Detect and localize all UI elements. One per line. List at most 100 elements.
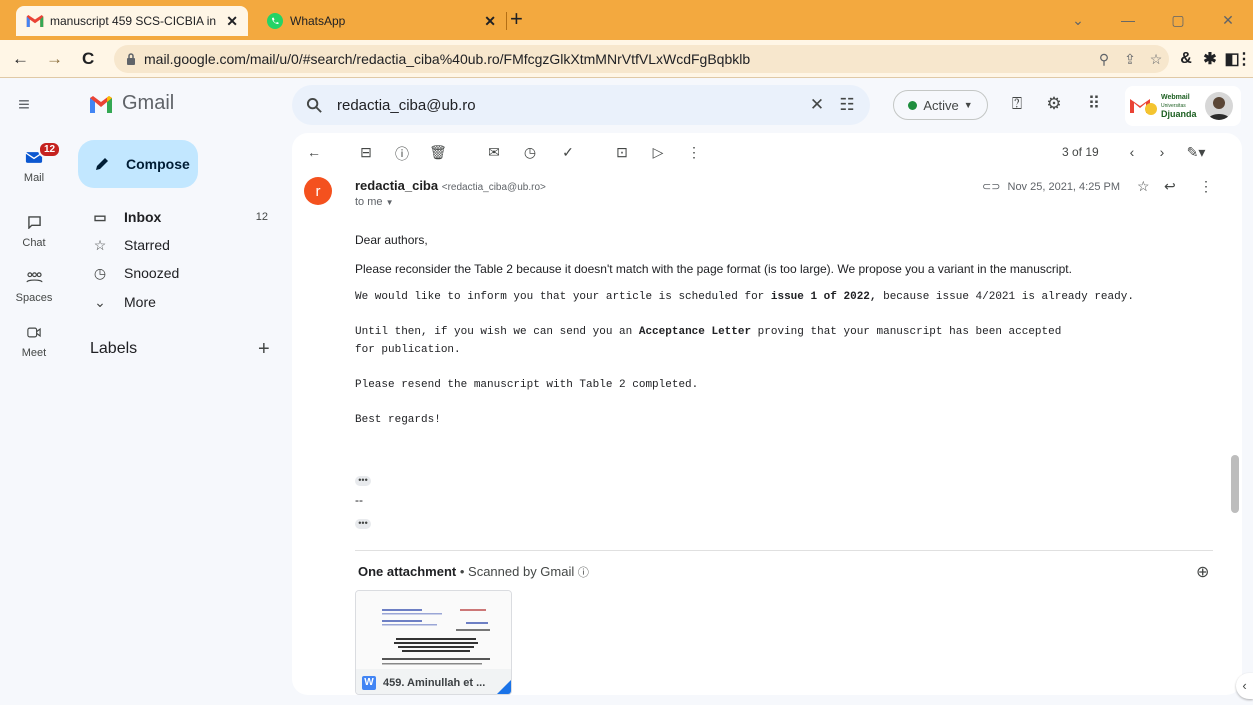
org-logo-icon — [1130, 99, 1157, 115]
label-icon[interactable]: ▷ — [648, 144, 668, 162]
message-panel: ← ⊟ ⓘ 🗑 ✉ ◷ ✓ ⊡ ▷ ⋮ 3 of 19 ‹ › ✎▾ r red… — [292, 133, 1242, 695]
scrollbar-thumb[interactable] — [1231, 455, 1239, 513]
back-button[interactable]: ← — [12, 49, 29, 69]
help-icon[interactable]: ⍰ — [1006, 94, 1028, 116]
tab-title: WhatsApp — [290, 14, 346, 28]
body-line: Until then, if you wish we can send you … — [355, 326, 1062, 338]
body-line: Please reconsider the Table 2 because it… — [355, 262, 1072, 276]
search-icon[interactable] — [306, 97, 323, 114]
rail-spaces[interactable]: Spaces — [0, 265, 68, 304]
meet-icon — [18, 320, 50, 344]
search-input[interactable]: redactia_ciba@ub.ro — [337, 97, 802, 114]
word-doc-icon: W — [362, 675, 376, 690]
snooze-icon[interactable]: ◷ — [520, 144, 540, 162]
move-to-icon[interactable]: ⊡ — [612, 144, 632, 162]
mark-unread-icon[interactable]: ✉ — [484, 144, 504, 162]
inbox-count: 12 — [255, 211, 268, 223]
reload-button[interactable]: C — [82, 49, 94, 69]
star-icon: ☆ — [93, 236, 107, 253]
add-to-drive-icon[interactable]: ⊕ — [1196, 562, 1209, 582]
close-tab-icon[interactable]: ✕ — [484, 13, 496, 30]
chrome-menu-icon[interactable]: ⋮ — [1236, 48, 1252, 70]
recipient-details[interactable]: to me ▼ — [355, 196, 394, 208]
back-to-search-icon[interactable]: ← — [304, 144, 324, 162]
chevron-down-icon: ⌄ — [94, 293, 106, 310]
info-icon[interactable]: ⓘ — [578, 567, 589, 579]
rail-mail[interactable]: 12 Mail — [0, 141, 68, 184]
extension-icon[interactable]: & — [1175, 48, 1197, 70]
show-side-panel-icon[interactable]: ‹ — [1236, 673, 1253, 699]
minimize-button[interactable]: — — [1103, 0, 1153, 40]
delete-icon[interactable]: 🗑 — [428, 144, 448, 162]
nav-more[interactable]: ⌄ More — [78, 288, 278, 316]
account-switcher[interactable]: Webmail Universitas Djuanda — [1125, 86, 1241, 126]
nav-inbox[interactable]: ▭ Inbox 12 — [78, 203, 278, 231]
clear-search-icon[interactable]: ✕ — [802, 95, 832, 115]
attachment-heading: One attachment • Scanned by Gmail ⓘ — [358, 564, 589, 579]
bookmark-star-icon[interactable]: ☆ — [1143, 51, 1169, 68]
recipient-label: to me — [355, 196, 383, 208]
sender-name[interactable]: redactia_ciba — [355, 178, 438, 193]
pencil-icon — [96, 158, 108, 170]
nav-snoozed[interactable]: ◷ Snoozed — [78, 259, 278, 287]
puzzle-extensions-icon[interactable]: ✱ — [1199, 48, 1221, 70]
show-trimmed-button[interactable]: ••• — [355, 519, 371, 529]
search-bar[interactable]: redactia_ciba@ub.ro ✕ ☷ — [292, 85, 870, 125]
reply-icon[interactable]: ↩ — [1164, 178, 1176, 195]
main-menu-icon[interactable]: ≡ — [12, 94, 36, 118]
show-trimmed-button[interactable]: ••• — [355, 476, 371, 486]
apps-grid-icon[interactable]: ⠿ — [1083, 94, 1105, 116]
nav-label: Starred — [124, 237, 170, 253]
attachment-corner-icon — [497, 680, 511, 694]
message-more-icon[interactable]: ⋮ — [1199, 178, 1213, 195]
zoom-icon[interactable]: ⚲ — [1091, 51, 1117, 68]
tab-gmail[interactable]: manuscript 459 SCS-CICBIA in re ✕ — [16, 6, 248, 36]
attachment-card[interactable]: W 459. Aminullah et ... — [355, 590, 512, 695]
close-window-button[interactable]: ✕ — [1203, 0, 1253, 40]
status-dropdown[interactable]: Active ▼ — [893, 90, 988, 120]
sender-avatar[interactable]: r — [304, 177, 332, 205]
status-label: Active — [923, 97, 959, 113]
chat-icon — [18, 210, 50, 234]
newer-icon[interactable]: ‹ — [1122, 144, 1142, 162]
star-message-icon[interactable]: ☆ — [1137, 178, 1150, 195]
sender-email: <redactia_ciba@ub.ro> — [441, 182, 546, 193]
rail-chat[interactable]: Chat — [0, 210, 68, 249]
forward-button[interactable]: → — [46, 49, 63, 69]
pagination-text: 3 of 19 — [1062, 145, 1099, 159]
compose-button[interactable]: Compose — [78, 140, 198, 188]
archive-icon[interactable]: ⊟ — [356, 144, 376, 162]
input-tools-icon[interactable]: ✎▾ — [1182, 144, 1210, 162]
older-icon[interactable]: › — [1152, 144, 1172, 162]
chevron-down-icon: ▼ — [385, 198, 394, 207]
close-tab-icon[interactable]: ✕ — [226, 13, 238, 30]
more-actions-icon[interactable]: ⋮ — [684, 144, 704, 162]
rail-meet[interactable]: Meet — [0, 320, 68, 359]
attachment-filename: 459. Aminullah et ... — [383, 676, 486, 689]
message-toolbar: ← ⊟ ⓘ 🗑 ✉ ◷ ✓ ⊡ ▷ ⋮ 3 of 19 ‹ › ✎▾ — [292, 133, 1242, 173]
settings-gear-icon[interactable]: ⚙ — [1043, 94, 1065, 116]
message-date: ⊂⊃ Nov 25, 2021, 4:25 PM — [982, 180, 1120, 193]
gmail-logo[interactable]: Gmail — [88, 92, 174, 115]
tab-whatsapp[interactable]: WhatsApp ✕ — [256, 6, 506, 36]
gmail-favicon-icon — [26, 15, 44, 27]
divider — [355, 550, 1213, 551]
address-bar[interactable]: mail.google.com/mail/u/0/#search/redacti… — [114, 45, 1169, 73]
closing: Best regards! — [355, 414, 441, 426]
add-label-button[interactable]: + — [258, 338, 270, 361]
clock-icon: ◷ — [93, 264, 107, 281]
status-dot — [908, 100, 918, 110]
add-task-icon[interactable]: ✓ — [558, 144, 578, 162]
nav-starred[interactable]: ☆ Starred — [78, 231, 278, 259]
tab-search-button[interactable]: ⌄ — [1053, 0, 1103, 40]
body-line: Please resend the manuscript with Table … — [355, 379, 699, 391]
maximize-button[interactable]: ▢ — [1153, 0, 1203, 40]
mail-icon: 12 — [18, 141, 62, 169]
new-tab-button[interactable]: + — [510, 8, 523, 30]
date-text: Nov 25, 2021, 4:25 PM — [1007, 181, 1121, 193]
nav-label: Snoozed — [124, 265, 180, 281]
search-options-icon[interactable]: ☷ — [832, 95, 862, 115]
avatar[interactable] — [1204, 92, 1233, 120]
share-icon[interactable]: ⇪ — [1117, 51, 1143, 68]
report-spam-icon[interactable]: ⓘ — [392, 144, 412, 162]
